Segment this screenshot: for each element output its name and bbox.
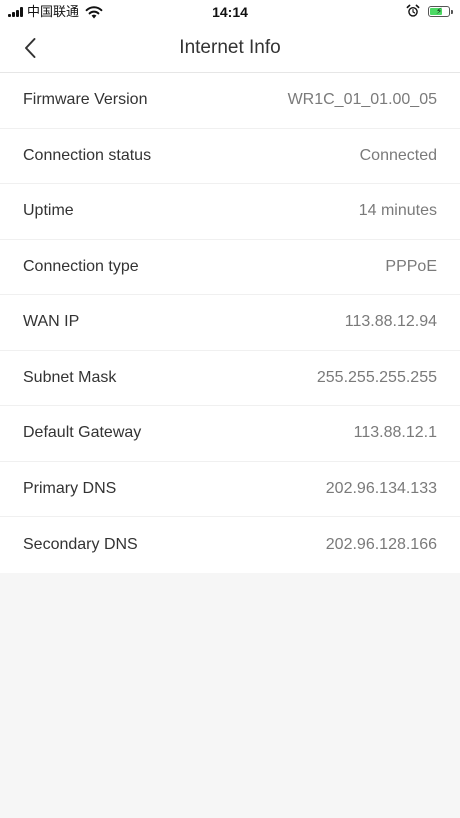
row-value: 14 minutes (358, 202, 437, 220)
row-value: Connected (359, 146, 437, 164)
row-value: 255.255.255.255 (316, 368, 437, 386)
row-uptime: Uptime 14 minutes (0, 184, 460, 240)
row-value: PPPoE (385, 257, 437, 275)
row-value: 113.88.12.1 (353, 424, 437, 442)
navigation-bar: Internet Info (0, 24, 460, 73)
row-label: Primary DNS (23, 479, 117, 497)
row-wan-ip: WAN IP 113.88.12.94 (0, 295, 460, 351)
row-label: Connection type (23, 257, 139, 275)
row-connection-type: Connection type PPPoE (0, 240, 460, 295)
status-right: ⚡ (406, 4, 453, 18)
row-default-gateway: Default Gateway 113.88.12.1 (0, 406, 460, 462)
row-label: Uptime (23, 202, 74, 220)
status-bar: 中国联通 14:14 ⚡ (0, 0, 460, 24)
row-label: Connection status (23, 146, 152, 164)
alarm-clock-icon (406, 4, 420, 17)
row-connection-status: Connection status Connected (0, 129, 460, 184)
row-subnet-mask: Subnet Mask 255.255.255.255 (0, 351, 460, 406)
status-time: 14:14 (212, 4, 248, 20)
row-firmware-version: Firmware Version WR1C_01_01.00_05 (0, 73, 460, 129)
row-value: WR1C_01_01.00_05 (287, 91, 437, 109)
row-value: 113.88.12.94 (344, 313, 437, 331)
chevron-left-icon (25, 38, 36, 58)
internet-info-list: Firmware Version WR1C_01_01.00_05 Connec… (0, 73, 460, 573)
row-label: Default Gateway (23, 424, 142, 442)
battery-icon: ⚡ (428, 5, 453, 17)
page-title: Internet Info (179, 37, 281, 58)
row-primary-dns: Primary DNS 202.96.134.133 (0, 462, 460, 517)
back-button[interactable] (14, 32, 46, 64)
row-label: Secondary DNS (23, 535, 138, 553)
row-label: WAN IP (23, 313, 80, 331)
row-label: Firmware Version (23, 91, 148, 109)
row-secondary-dns: Secondary DNS 202.96.128.166 (0, 517, 460, 573)
row-label: Subnet Mask (23, 368, 117, 386)
row-value: 202.96.128.166 (325, 535, 437, 553)
row-value: 202.96.134.133 (325, 479, 437, 497)
charging-bolt-icon: ⚡ (435, 5, 443, 16)
